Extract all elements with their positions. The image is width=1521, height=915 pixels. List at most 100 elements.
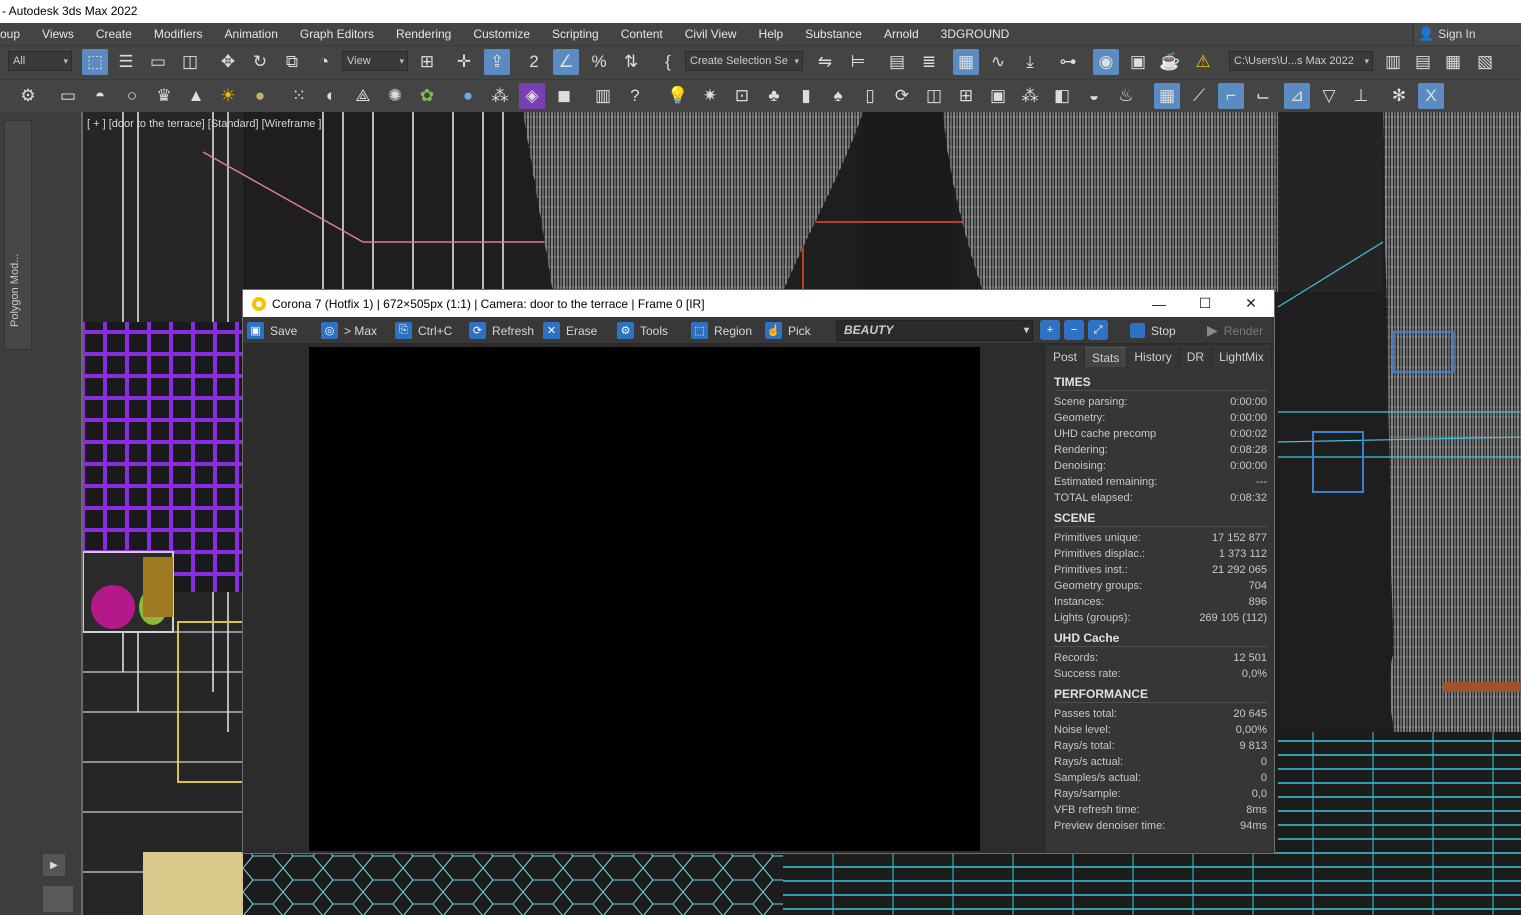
menu-content[interactable]: Content [610,23,674,45]
curve-editor-icon[interactable]: ∿ [985,49,1011,75]
snowflake-icon[interactable]: ✻ [1386,83,1412,109]
move-icon[interactable]: ✥ [215,49,241,75]
grid-frame-icon[interactable]: ⊞ [953,83,979,109]
corona-help-icon[interactable]: ? [622,83,648,109]
corona-chaos-scatter-icon[interactable]: ✿ [414,83,440,109]
angle-snap-icon[interactable]: ∠ [553,49,579,75]
grid-snap-icon[interactable]: ▦ [1154,83,1180,109]
menu-customize[interactable]: Customize [462,23,541,45]
eye-icon[interactable]: ◒ [1081,83,1107,109]
menu-scripting[interactable]: Scripting [541,23,610,45]
maximize-icon[interactable]: ☐ [1182,290,1228,317]
selection-filter-dropdown[interactable]: All [8,51,72,71]
menu-animation[interactable]: Animation [214,23,289,45]
corona-material-icon[interactable]: ◈ [519,83,545,109]
render-canvas[interactable] [309,347,980,851]
xref-icon[interactable]: X [1418,83,1444,109]
corona-volume-icon[interactable]: ✺ [382,83,408,109]
menu-civil-view[interactable]: Civil View [674,23,748,45]
rotate-icon[interactable]: ↻ [247,49,273,75]
snaps-toggle-icon[interactable]: 2 [521,49,547,75]
place-icon[interactable]: ◔ [311,49,337,75]
tab-stats[interactable]: Stats [1085,347,1128,367]
corona-sun-icon[interactable]: ☀ [215,83,241,109]
menu-graph-editors[interactable]: Graph Editors [289,23,385,45]
project-open-icon[interactable]: ▥ [1380,49,1406,75]
edit-named-selection-icon[interactable]: { [655,49,681,75]
sign-in-button[interactable]: 👤 Sign In [1413,23,1521,45]
snap-vertex-icon[interactable]: ⌐ [1218,83,1244,109]
preview-icon[interactable]: ▣ [985,83,1011,109]
spinner-snap-icon[interactable]: ⇅ [618,49,644,75]
select-by-name-icon[interactable]: ☰ [113,49,139,75]
pine-icon[interactable]: ♠ [825,83,851,109]
tab-post[interactable]: Post [1046,347,1086,367]
region-button[interactable]: ⬚ Region [691,320,752,341]
viewport-label[interactable]: [ + ] [door to the terrace] [Standard] [… [87,118,321,130]
tab-dr[interactable]: DR [1180,347,1213,367]
erase-button[interactable]: ✕ Erase [543,320,597,341]
tree-icon[interactable]: ♣ [761,83,787,109]
menu-group[interactable]: oup [0,23,31,45]
material-editor-icon[interactable]: ◉ [1093,49,1119,75]
keyboard-shortcut-icon[interactable]: ⇪ [484,49,510,75]
book-icon[interactable]: ▮ [793,83,819,109]
render-element-dropdown[interactable]: BEAUTY [836,320,1033,341]
zoom-in-icon[interactable]: + [1040,320,1060,340]
corona-sky-icon[interactable]: ● [247,83,273,109]
corona-scatter-icon[interactable]: ⁙ [286,83,312,109]
tab-history[interactable]: History [1127,347,1180,367]
menu-help[interactable]: Help [748,23,795,45]
menu-views[interactable]: Views [31,23,85,45]
tools-button[interactable]: ⚙ Tools [617,320,668,341]
tab-lightmix[interactable]: LightMix [1212,347,1272,367]
corona-light-sphere-icon[interactable]: ○ [119,83,145,109]
project-folder-dropdown[interactable]: C:\Users\U...s Max 2022 [1229,51,1373,71]
pick-button[interactable]: ☝ Pick [765,320,811,341]
menu-arnold[interactable]: Arnold [873,23,930,45]
cycle-icon[interactable]: ⟳ [889,83,915,109]
corona-light-cone-icon[interactable]: ▲ [183,83,209,109]
layers-icon[interactable]: ◫ [921,83,947,109]
corona-light-cylinder-icon[interactable]: ♛ [151,83,177,109]
percent-snap-icon[interactable]: % [586,49,612,75]
corona-settings-icon[interactable]: ⚙ [15,83,41,109]
scale-icon[interactable]: ⧉ [279,49,305,75]
corona-light-plane-icon[interactable]: ▭ [55,83,81,109]
nodes-icon[interactable]: ⁂ [1017,83,1043,109]
ruler-icon[interactable]: ⟋ [1186,83,1212,109]
dope-sheet-icon[interactable]: ⤓ [1017,49,1043,75]
mirror-icon[interactable]: ⇋ [812,49,838,75]
corona-proxy-icon[interactable]: ◼ [551,83,577,109]
snap-edge-icon[interactable]: ⌙ [1250,83,1276,109]
corona-sphere-icon[interactable]: ● [455,83,481,109]
corona-converter-icon[interactable]: ▥ [590,83,616,109]
menu-rendering[interactable]: Rendering [385,23,462,45]
corona-decal-icon[interactable]: ⟁ [350,83,376,109]
corona-light-dome-icon[interactable]: ◓ [87,83,113,109]
align-icon[interactable]: ⊨ [845,49,871,75]
pivot-icon[interactable]: ⊞ [414,49,440,75]
render-frame-window-icon[interactable]: ☕ [1157,49,1183,75]
rect-selection-icon[interactable]: ▭ [145,49,171,75]
snap-face-icon[interactable]: ⊿ [1284,83,1310,109]
play-icon[interactable]: ▶ [43,854,65,876]
bottle-icon[interactable]: ▯ [857,83,883,109]
ribbon-icon[interactable]: ▦ [953,49,979,75]
project-set-icon[interactable]: ▤ [1410,49,1436,75]
corona-slicer-icon[interactable]: ◐ [318,83,344,109]
bulb-icon[interactable]: 💡 [665,83,691,109]
camera-icon[interactable]: ⊡ [729,83,755,109]
refresh-button[interactable]: ⟳ Refresh [469,320,534,341]
stop-button[interactable]: Stop [1130,320,1176,341]
zoom-out-icon[interactable]: − [1064,320,1084,340]
layer-explorer-icon[interactable]: ▤ [884,49,910,75]
menu-3dground[interactable]: 3DGROUND [930,23,1021,45]
corona-lightmix-icon[interactable]: ⁂ [487,83,513,109]
snap-perp-icon[interactable]: ⊥ [1348,83,1374,109]
menu-create[interactable]: Create [85,23,143,45]
project-save-icon[interactable]: ▧ [1472,49,1498,75]
zoom-fit-icon[interactable]: ⤢ [1088,320,1108,340]
select-manipulate-icon[interactable]: ✛ [451,49,477,75]
minimize-icon[interactable]: — [1136,290,1182,317]
